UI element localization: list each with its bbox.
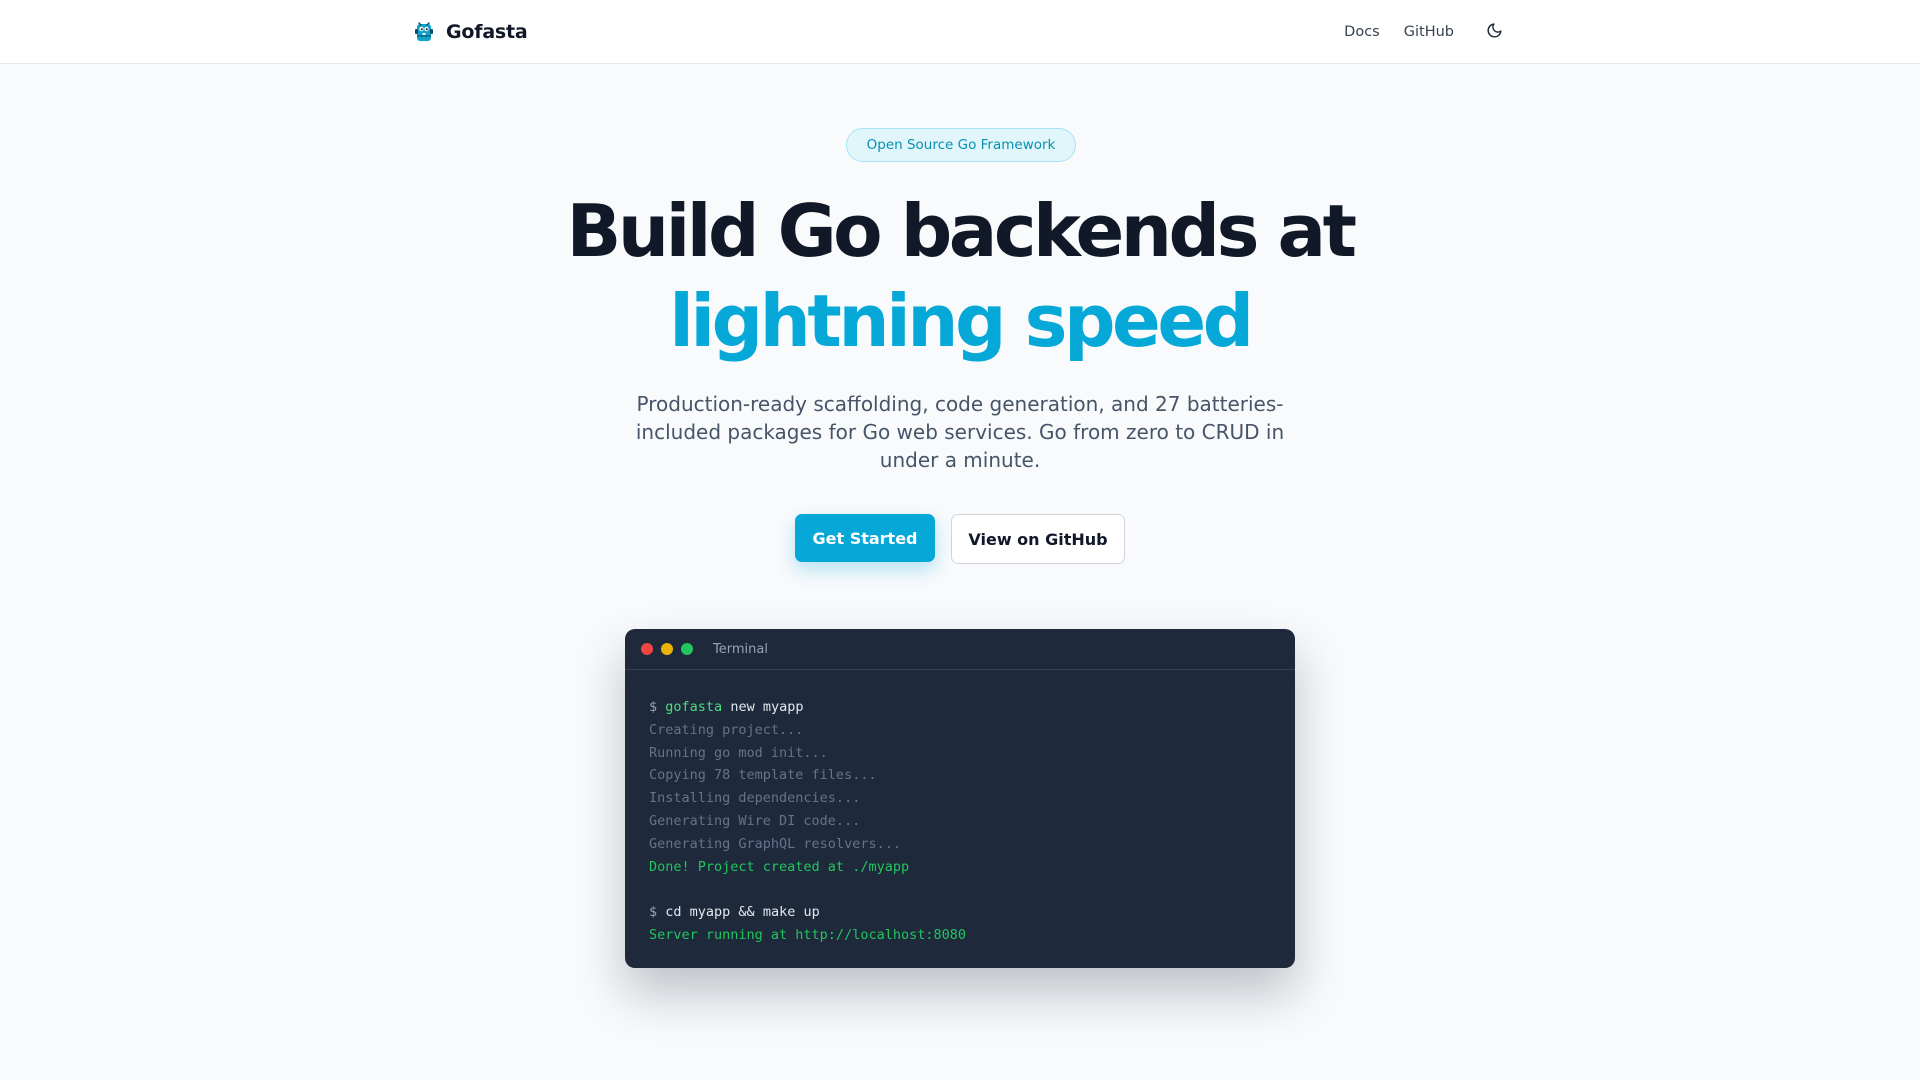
terminal-prompt: $	[649, 699, 658, 715]
terminal-body: $ gofasta new myapp Creating project... …	[625, 670, 1295, 968]
terminal-command-line: $ cd myapp && make up	[649, 901, 1271, 924]
brand-name: Gofasta	[446, 21, 528, 43]
maximize-dot-icon	[681, 643, 693, 655]
hero-headline: Build Go backends at	[566, 189, 1357, 273]
nav-link-github[interactable]: GitHub	[1404, 24, 1454, 40]
cta-row: Get Started View on GitHub	[0, 514, 1920, 564]
terminal-output-line: Installing dependencies...	[649, 790, 861, 807]
nav-links: Docs GitHub	[1320, 18, 1508, 46]
hero-badge: Open Source Go Framework	[846, 128, 1076, 162]
terminal-command-tool: gofasta	[665, 699, 723, 715]
nav-link-docs[interactable]: Docs	[1344, 24, 1380, 40]
moon-icon	[1486, 22, 1503, 42]
terminal-title: Terminal	[713, 641, 768, 657]
close-dot-icon	[641, 643, 653, 655]
terminal-command: cd myapp && make up	[665, 904, 820, 921]
theme-toggle-button[interactable]	[1480, 18, 1508, 46]
hero-headline-accent: lightning speed	[669, 279, 1254, 363]
terminal-prompt: $	[649, 904, 658, 921]
terminal-server-line: Server running at http://localhost:8080	[649, 926, 966, 943]
brand-link[interactable]: Gofasta	[412, 20, 528, 44]
hero-subtitle: Production-ready scaffolding, code gener…	[635, 392, 1285, 472]
terminal-output-line: Creating project...	[649, 721, 804, 738]
gopher-logo-icon	[412, 20, 436, 44]
terminal-output-line: Copying 78 template files...	[649, 767, 877, 784]
terminal-titlebar: Terminal	[625, 629, 1295, 670]
terminal-command-args: new myapp	[722, 699, 804, 715]
get-started-button[interactable]: Get Started	[795, 514, 935, 562]
navbar-inner: Gofasta Docs GitHub	[412, 0, 1508, 64]
terminal-window: Terminal $ gofasta new myapp Creating pr…	[625, 629, 1295, 968]
view-on-github-button[interactable]: View on GitHub	[951, 514, 1125, 564]
terminal-output-line: Generating Wire DI code...	[649, 812, 861, 829]
terminal-command-line: $ gofasta new myapp	[649, 696, 1271, 719]
minimize-dot-icon	[661, 643, 673, 655]
terminal-output-line: Running go mod init...	[649, 744, 828, 761]
terminal-success-line: Done! Project created at ./myapp	[649, 858, 910, 875]
terminal-output-line: Generating GraphQL resolvers...	[649, 835, 901, 852]
navbar: Gofasta Docs GitHub	[0, 0, 1920, 64]
